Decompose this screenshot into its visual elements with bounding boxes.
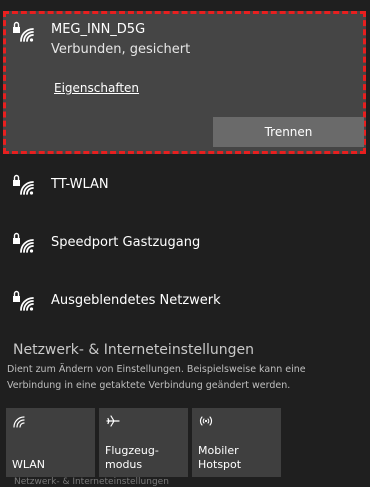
connection-status: Verbunden, gesichert bbox=[51, 42, 191, 57]
tile-label: Flugzeug- modus bbox=[105, 444, 159, 471]
network-settings-link[interactable]: Netzwerk- & Interneteinstellungen bbox=[13, 342, 254, 358]
secured-wifi-icon bbox=[13, 290, 34, 311]
secured-wifi-icon bbox=[13, 232, 34, 253]
tile-label: Mobiler Hotspot bbox=[198, 444, 242, 471]
bottom-faded-text: Netzwerk- & Interneteinstellungen bbox=[14, 477, 169, 487]
network-settings-description: Dient zum Ändern von Einstellungen. Beis… bbox=[7, 364, 306, 391]
network-item-tt-wlan[interactable]: TT-WLAN bbox=[0, 158, 370, 214]
network-name: Ausgeblendetes Netzwerk bbox=[51, 293, 221, 308]
network-name: TT-WLAN bbox=[51, 177, 109, 192]
wlan-toggle[interactable]: WLAN bbox=[6, 408, 95, 477]
tile-label: WLAN bbox=[12, 458, 46, 471]
network-item-hidden-network[interactable]: Ausgeblendetes Netzwerk bbox=[0, 274, 370, 330]
network-name: Speedport Gastzugang bbox=[51, 235, 201, 250]
hotspot-icon bbox=[199, 416, 213, 426]
wifi-icon bbox=[13, 416, 25, 428]
network-item-speedport-gastzugang[interactable]: Speedport Gastzugang bbox=[0, 216, 370, 272]
secured-wifi-icon bbox=[13, 174, 34, 195]
disconnect-button[interactable]: Trennen bbox=[213, 117, 364, 147]
secured-wifi-icon bbox=[13, 21, 34, 42]
properties-link[interactable]: Eigenschaften bbox=[54, 81, 139, 95]
airplane-mode-toggle[interactable]: Flugzeug- modus bbox=[99, 408, 188, 477]
connected-network-name: MEG_INN_D5G bbox=[51, 22, 146, 37]
airplane-icon bbox=[106, 415, 120, 427]
mobile-hotspot-toggle[interactable]: Mobiler Hotspot bbox=[192, 408, 281, 477]
